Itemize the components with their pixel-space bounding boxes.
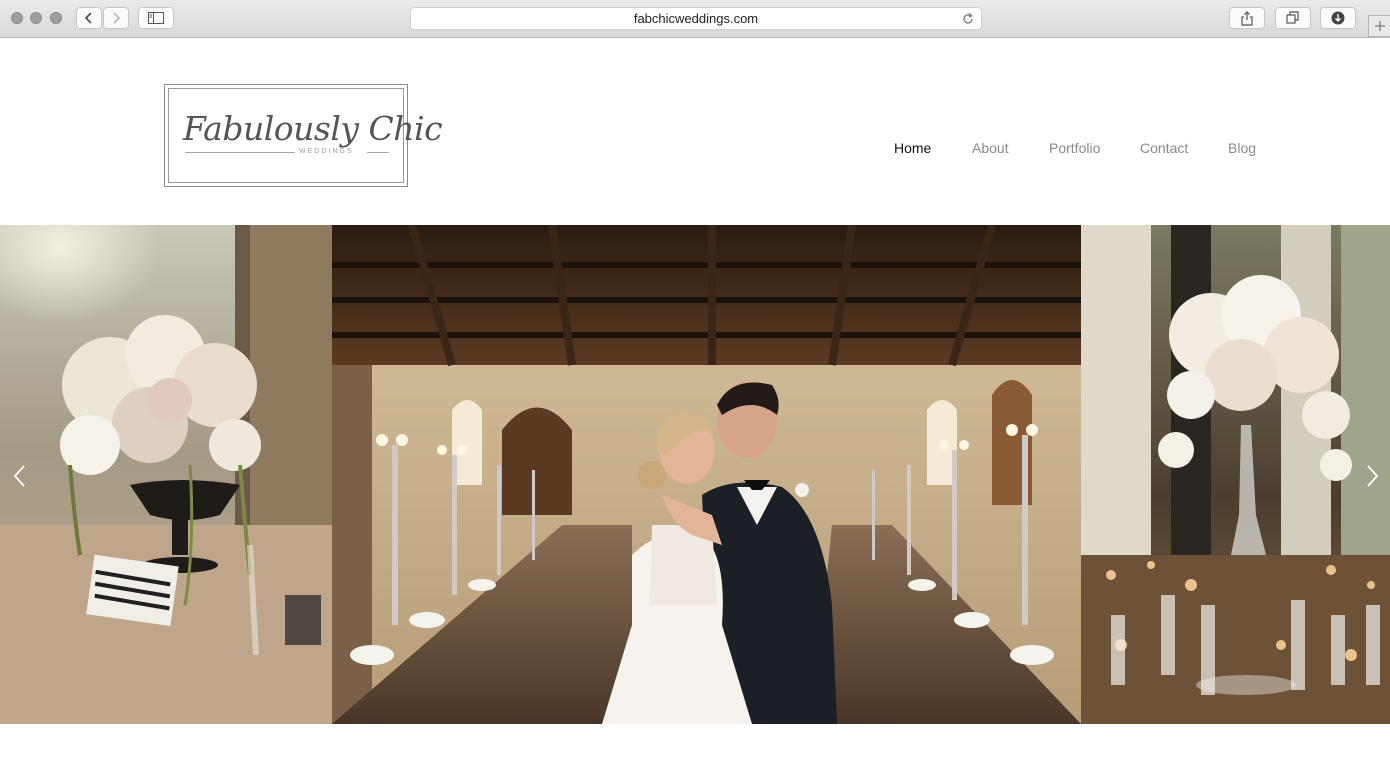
couple-kiss-banquet-hall-photo	[332, 225, 1081, 724]
logo-subtitle: WEDDINGS	[299, 148, 354, 155]
back-icon	[84, 12, 92, 24]
logo-script-text: Fabulously Chic	[183, 109, 443, 148]
address-bar[interactable]: fabchicweddings.com	[410, 7, 982, 30]
reload-icon[interactable]	[961, 12, 975, 26]
logo-rule-right	[367, 152, 389, 153]
share-button[interactable]	[1229, 7, 1265, 29]
new-tab-icon	[1374, 21, 1385, 31]
orchid-centerpiece-photo	[1081, 225, 1390, 724]
hero-slider[interactable]	[0, 225, 1390, 724]
slide-floral-centerpiece	[0, 225, 332, 724]
nav-contact[interactable]: Contact	[1140, 140, 1188, 156]
browser-toolbar: fabchicweddings.com	[0, 0, 1390, 38]
minimize-window-button[interactable]	[30, 12, 42, 24]
nav-home[interactable]: Home	[894, 140, 931, 156]
back-button[interactable]	[76, 7, 102, 29]
nav-portfolio[interactable]: Portfolio	[1049, 140, 1100, 156]
zoom-window-button[interactable]	[50, 12, 62, 24]
nav-blog[interactable]: Blog	[1228, 140, 1256, 156]
slide-couple-banquet-hall	[332, 225, 1081, 724]
new-tab-button[interactable]	[1368, 15, 1390, 37]
sidebar-icon	[148, 12, 164, 24]
chevron-left-icon[interactable]	[10, 463, 30, 489]
downloads-button[interactable]	[1320, 7, 1356, 29]
logo-frame: Fabulously Chic WEDDINGS	[168, 88, 443, 183]
slide-orchid-centerpiece	[1081, 225, 1390, 724]
logo-rule-left	[185, 152, 295, 153]
forward-button[interactable]	[103, 7, 129, 29]
tabs-button[interactable]	[1275, 7, 1311, 29]
downloads-icon	[1331, 11, 1345, 25]
sidebar-button[interactable]	[138, 7, 174, 29]
url-text: fabchicweddings.com	[633, 11, 759, 26]
forward-icon	[113, 12, 121, 24]
site-logo[interactable]: Fabulously Chic WEDDINGS	[164, 84, 443, 187]
close-window-button[interactable]	[11, 12, 23, 24]
floral-centerpiece-photo	[0, 225, 332, 724]
chevron-right-icon[interactable]	[1362, 463, 1382, 489]
nav-about[interactable]: About	[972, 140, 1009, 156]
share-icon	[1241, 10, 1253, 26]
tabs-icon	[1286, 11, 1299, 24]
